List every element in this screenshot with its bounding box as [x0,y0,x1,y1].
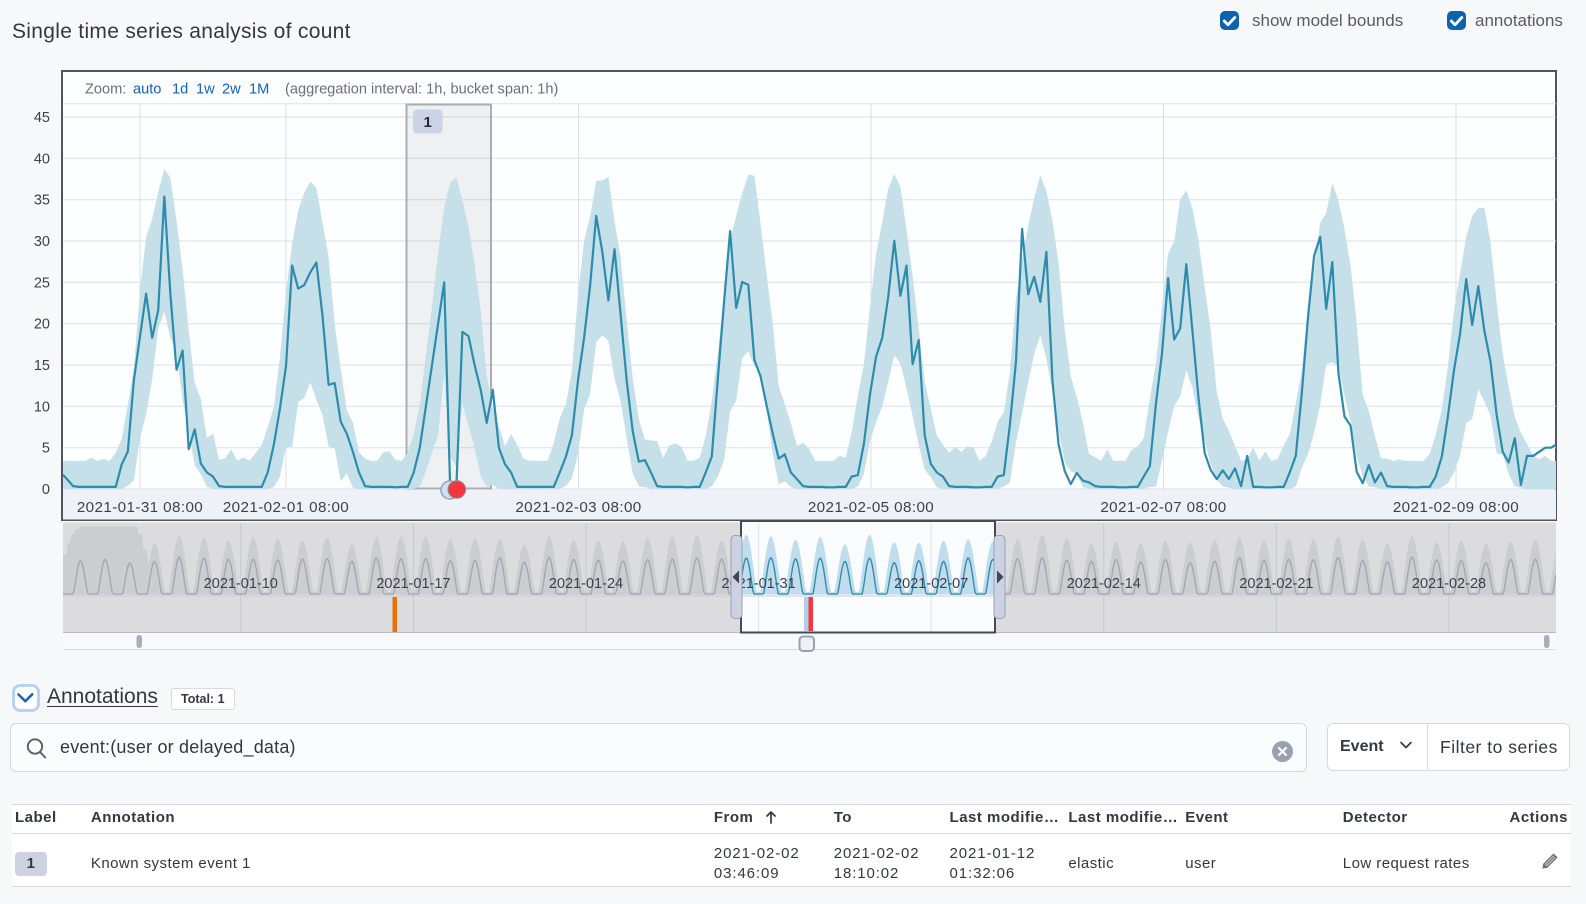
svg-text:40: 40 [34,151,50,167]
svg-text:1: 1 [424,114,432,131]
svg-text:2021-02-01 08:00: 2021-02-01 08:00 [223,499,349,516]
svg-text:2021-02-03 08:00: 2021-02-03 08:00 [515,499,641,516]
svg-text:2021-02-09 08:00: 2021-02-09 08:00 [1393,499,1519,516]
svg-text:2021-02-21: 2021-02-21 [1239,576,1313,592]
svg-text:0: 0 [42,482,50,498]
svg-text:15: 15 [34,358,50,374]
svg-text:30: 30 [34,234,50,250]
svg-text:20: 20 [34,317,50,333]
svg-text:2021-01-10: 2021-01-10 [204,576,278,592]
svg-text:Zoom:: Zoom: [85,82,126,98]
svg-text:2021-01-17: 2021-01-17 [376,576,450,592]
svg-text:10: 10 [34,399,50,415]
svg-text:auto1d1w2w1M: auto1d1w2w1M [133,82,269,98]
svg-text:2021-02-07: 2021-02-07 [894,576,968,592]
svg-text:45: 45 [34,110,50,126]
svg-text:2021-02-07 08:00: 2021-02-07 08:00 [1100,499,1226,516]
svg-text:2021-02-28: 2021-02-28 [1412,576,1486,592]
svg-text:25: 25 [34,275,50,291]
svg-text:(aggregation interval: 1h, buc: (aggregation interval: 1h, bucket span: … [285,82,558,98]
svg-text:2021-02-05 08:00: 2021-02-05 08:00 [808,499,934,516]
svg-text:2021-02-14: 2021-02-14 [1067,576,1141,592]
svg-text:2021-01-24: 2021-01-24 [549,576,623,592]
svg-text:2021-01-31 08:00: 2021-01-31 08:00 [77,499,203,516]
svg-text:35: 35 [34,193,50,209]
svg-text:5: 5 [42,441,50,457]
